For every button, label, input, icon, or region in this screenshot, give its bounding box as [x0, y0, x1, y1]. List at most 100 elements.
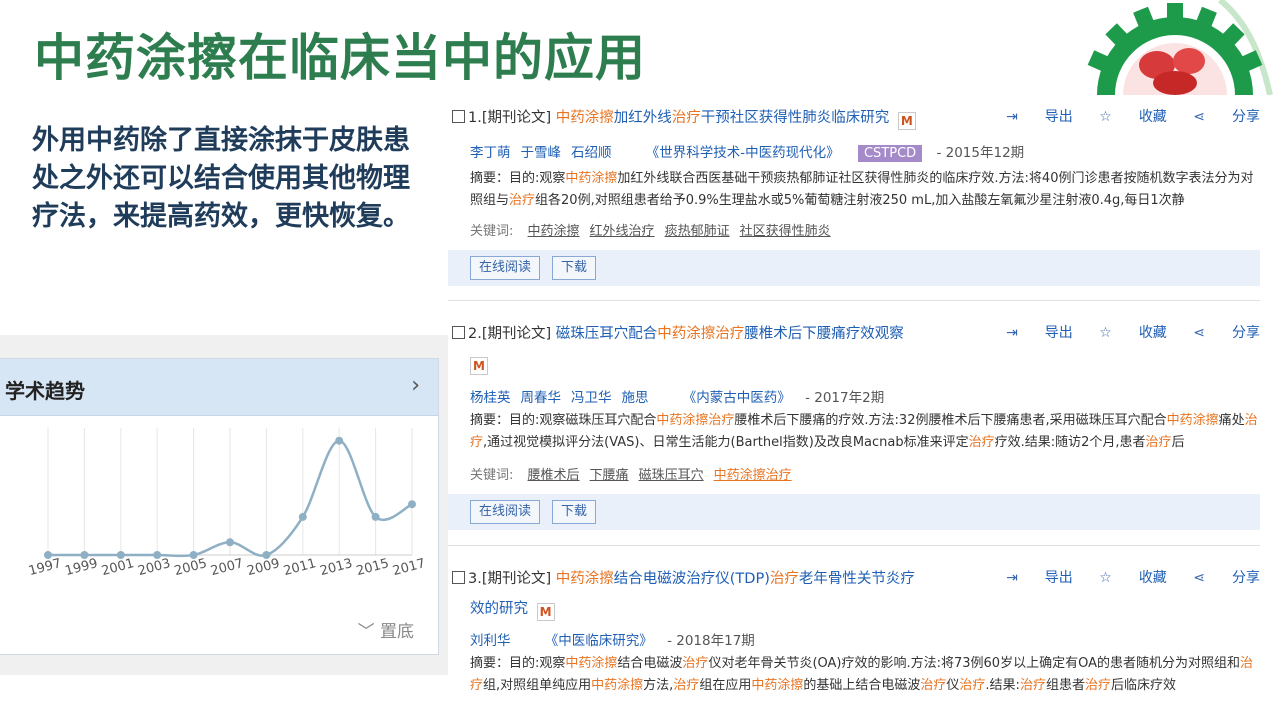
highlight-term: 中药涂擦	[1166, 413, 1219, 428]
author-link[interactable]: 杨桂英	[470, 390, 511, 406]
keyword-link[interactable]: 中药涂擦	[528, 224, 580, 239]
result-title[interactable]: 1.[期刊论文] 中药涂擦加红外线治疗干预社区获得性肺炎临床研究 M	[452, 106, 916, 130]
title-segment: 腰椎术后下腰痛疗效观察	[744, 326, 904, 342]
keyword-link[interactable]: 磁珠压耳穴	[639, 468, 704, 483]
export-label: 导出	[1044, 109, 1073, 125]
author-link[interactable]: 刘利华	[470, 633, 511, 649]
result-button-bar: 在线阅读 下载	[448, 250, 1260, 286]
divider	[448, 300, 1260, 301]
export-button[interactable]: ⇥ 导出	[1006, 325, 1073, 341]
highlight-term: 治疗	[470, 413, 1258, 450]
result-title-line2: 效的研究	[470, 601, 528, 617]
data-point[interactable]	[335, 436, 344, 445]
share-button[interactable]: ⋖ 分享	[1193, 325, 1260, 341]
favorite-label: 收藏	[1138, 325, 1167, 341]
author-link[interactable]: 周春华	[521, 390, 562, 406]
highlight-term: 中药涂擦	[591, 678, 644, 693]
highlight-term: 治疗	[1019, 678, 1046, 693]
publish-date: - 2018年17期	[667, 633, 755, 649]
keyword-link[interactable]: 红外线治疗	[590, 224, 655, 239]
export-button[interactable]: ⇥ 导出	[1006, 570, 1073, 586]
result-button-bar: 在线阅读 下载	[448, 494, 1260, 530]
author-link[interactable]: 冯卫华	[571, 390, 612, 406]
x-tick-label: 1997	[27, 556, 63, 579]
favorite-label: 收藏	[1138, 109, 1167, 125]
x-tick-label: 1999	[64, 556, 100, 579]
chevron-right-icon[interactable]: ›	[411, 373, 420, 398]
title-segment: 中药涂擦治疗	[657, 326, 745, 342]
favorite-button[interactable]: ☆ 收藏	[1099, 109, 1167, 125]
journal-link[interactable]: 《世界科学技术-中医药现代化》	[646, 145, 840, 161]
keyword-link[interactable]: 腰椎术后	[528, 468, 580, 483]
journal-link[interactable]: 《内蒙古中医药》	[683, 390, 791, 406]
highlight-term: 治疗	[509, 193, 536, 208]
result-abstract: 摘要：目的:观察磁珠压耳穴配合中药涂擦治疗腰椎术后下腰痛的疗效.方法:32例腰椎…	[470, 413, 1258, 450]
data-point[interactable]	[371, 512, 380, 521]
x-tick-label: 2009	[246, 556, 282, 579]
x-tick-label: 2005	[173, 556, 209, 579]
highlight-term: 治疗	[920, 678, 947, 693]
result-checkbox[interactable]	[452, 571, 465, 584]
result-item: 3.[期刊论文] 中药涂擦结合电磁波治疗仪(TDP)治疗老年骨性关节炎疗 ⇥ 导出…	[448, 557, 1260, 693]
export-button[interactable]: ⇥ 导出	[1006, 109, 1073, 125]
highlight-term: 中药涂擦治疗	[656, 413, 735, 428]
result-meta: 李丁萌 于雪峰 石绍顺 《世界科学技术-中医药现代化》 CSTPCD - 2015年…	[470, 141, 1024, 162]
data-point[interactable]	[226, 538, 234, 547]
result-header: 1.[期刊论文] 中药涂擦加红外线治疗干预社区获得性肺炎临床研究 M ⇥ 导出 ☆…	[448, 96, 1260, 136]
export-icon: ⇥	[1006, 109, 1018, 125]
intro-text: 外用中药除了直接涂抹于皮肤患处之外还可以结合使用其他物理疗法，来提高药效，更快恢…	[32, 125, 410, 232]
read-online-button[interactable]: 在线阅读	[470, 256, 540, 280]
author-link[interactable]: 李丁萌	[470, 145, 511, 161]
keyword-link[interactable]: 痰热郁肺证	[665, 224, 730, 239]
favorite-button[interactable]: ☆ 收藏	[1099, 570, 1167, 586]
keyword-link[interactable]: 中药涂擦治疗	[714, 468, 792, 483]
author-link[interactable]: 于雪峰	[521, 145, 562, 161]
star-icon: ☆	[1099, 109, 1112, 125]
export-icon: ⇥	[1006, 570, 1018, 586]
export-label: 导出	[1044, 325, 1073, 341]
read-online-button[interactable]: 在线阅读	[470, 500, 540, 524]
highlight-term: 治疗	[959, 678, 986, 693]
author-link[interactable]: 石绍顺	[571, 145, 612, 161]
mendeley-icon[interactable]: M	[897, 112, 916, 130]
export-icon: ⇥	[1006, 325, 1018, 341]
download-button[interactable]: 下载	[552, 500, 596, 524]
result-checkbox[interactable]	[452, 110, 465, 123]
export-label: 导出	[1044, 570, 1073, 586]
result-header: 2.[期刊论文] 磁珠压耳穴配合中药涂擦治疗腰椎术后下腰痛疗效观察 ⇥ 导出 ☆ 收…	[448, 312, 1260, 352]
trend-header[interactable]: 学术趋势 ›	[0, 359, 438, 416]
mendeley-icon[interactable]: M	[536, 603, 555, 621]
result-item: 1.[期刊论文] 中药涂擦加红外线治疗干预社区获得性肺炎临床研究 M ⇥ 导出 ☆…	[448, 96, 1260, 301]
result-actions: ⇥ 导出 ☆ 收藏 ⋖ 分享	[984, 106, 1260, 126]
x-tick-label: 2001	[100, 556, 136, 579]
author-link[interactable]: 施思	[622, 390, 649, 406]
pin-bottom-button[interactable]: ﹀ 置底	[358, 617, 414, 642]
mendeley-icon[interactable]: M	[470, 357, 488, 375]
download-button[interactable]: 下载	[552, 256, 596, 280]
data-point[interactable]	[408, 500, 416, 509]
result-title[interactable]: 3.[期刊论文] 中药涂擦结合电磁波治疗仪(TDP)治疗老年骨性关节炎疗	[452, 567, 915, 588]
title-segment: 中药涂擦	[555, 110, 614, 126]
keywords-label: 关键词:	[470, 224, 514, 239]
result-title-continued[interactable]: 效的研究 M	[470, 597, 555, 621]
share-button[interactable]: ⋖ 分享	[1193, 570, 1260, 586]
x-tick-label: 2013	[318, 556, 354, 579]
result-keywords: 关键词: 腰椎术后 下腰痛 磁珠压耳穴 中药涂擦治疗	[470, 464, 792, 483]
result-index: 2.[期刊论文]	[468, 326, 552, 342]
pin-bottom-label: 置底	[380, 622, 414, 642]
data-point[interactable]	[298, 512, 307, 521]
result-actions: ⇥ 导出 ☆ 收藏 ⋖ 分享	[984, 567, 1260, 587]
share-button[interactable]: ⋖ 分享	[1193, 109, 1260, 125]
result-checkbox[interactable]	[452, 326, 465, 339]
keyword-link[interactable]: 下腰痛	[590, 468, 629, 483]
title-segment: 结合电磁波治疗仪(TDP)	[613, 571, 770, 587]
result-abstract: 摘要：目的:观察中药涂擦结合电磁波治疗仪对老年骨关节炎(OA)疗效的影响.方法:…	[470, 656, 1253, 693]
keyword-link[interactable]: 社区获得性肺炎	[740, 224, 831, 239]
result-keywords: 关键词: 中药涂擦 红外线治疗 痰热郁肺证 社区获得性肺炎	[470, 220, 831, 239]
journal-link[interactable]: 《中医临床研究》	[545, 633, 653, 649]
title-segment: 治疗	[671, 110, 701, 126]
title-segment: 中药涂擦	[555, 571, 614, 587]
result-index: 1.[期刊论文]	[468, 110, 552, 126]
result-title[interactable]: 2.[期刊论文] 磁珠压耳穴配合中药涂擦治疗腰椎术后下腰痛疗效观察	[452, 322, 904, 343]
favorite-button[interactable]: ☆ 收藏	[1099, 325, 1167, 341]
